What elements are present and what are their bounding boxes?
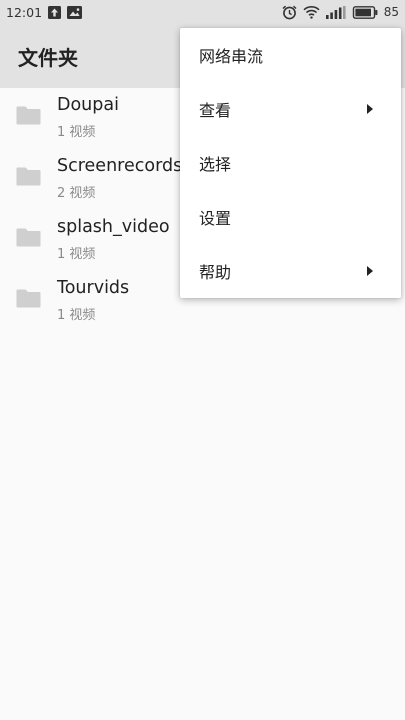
menu-item-label: 设置 (199, 209, 232, 228)
menu-item-network-stream[interactable]: 网络串流 (180, 28, 401, 82)
folder-name: Screenrecords (57, 156, 183, 176)
folder-icon (16, 106, 41, 129)
battery-icon (352, 5, 378, 19)
menu-item-label: 查看 (199, 101, 232, 120)
menu-item-help[interactable]: 帮助 (180, 244, 401, 298)
folder-icon (16, 228, 41, 251)
status-time: 12:01 (6, 4, 43, 20)
submenu-arrow-icon (367, 104, 373, 114)
menu-item-label: 选择 (199, 155, 232, 174)
folder-name: Tourvids (57, 278, 130, 298)
menu-item-label: 帮助 (199, 263, 232, 282)
menu-item-select[interactable]: 选择 (180, 136, 401, 190)
folder-video-count: 1 视频 (57, 247, 96, 262)
folder-icon (16, 289, 41, 312)
wifi-icon (303, 5, 320, 19)
folder-video-count: 1 视频 (57, 308, 96, 323)
submenu-arrow-icon (367, 266, 373, 276)
page-title: 文件夹 (18, 46, 78, 70)
image-notification-icon (67, 5, 83, 19)
folder-video-count: 1 视频 (57, 125, 96, 140)
folder-video-count: 2 视频 (57, 186, 96, 201)
battery-level: 85 (383, 5, 399, 19)
status-bar-left: 12:01 (6, 4, 83, 20)
folder-name: Doupai (57, 95, 119, 115)
folder-icon (16, 167, 41, 190)
overflow-menu: 网络串流 查看 选择 设置 帮助 (180, 28, 401, 298)
upload-notification-icon (48, 5, 62, 19)
status-bar: 12:01 85 (0, 0, 405, 24)
menu-item-settings[interactable]: 设置 (180, 190, 401, 244)
status-bar-right: 85 (282, 5, 399, 20)
menu-item-label: 网络串流 (199, 47, 264, 66)
menu-item-view[interactable]: 查看 (180, 82, 401, 136)
alarm-icon (282, 5, 297, 20)
signal-icon (325, 5, 346, 19)
folder-name: splash_video (57, 217, 170, 237)
